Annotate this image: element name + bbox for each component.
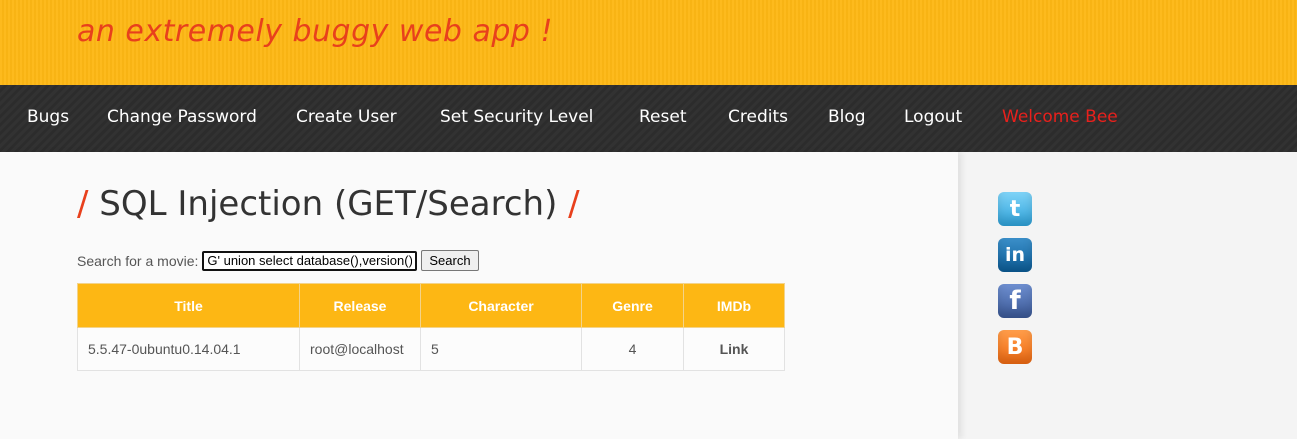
main-navigation: Bugs Change Password Create User Set Sec…	[0, 85, 1297, 152]
search-label: Search for a movie:	[77, 252, 199, 269]
title-slash-left: /	[77, 184, 89, 224]
cell-release: root@localhost	[299, 327, 421, 371]
nav-change-password[interactable]: Change Password	[107, 107, 257, 127]
header-banner: an extremely buggy web app !	[0, 0, 1297, 85]
blogger-icon[interactable]: B	[998, 330, 1032, 364]
header-character: Character	[420, 283, 582, 328]
linkedin-icon[interactable]: in	[998, 238, 1032, 272]
cell-character: 5	[420, 327, 582, 371]
search-input[interactable]	[202, 250, 418, 271]
header-title: Title	[77, 283, 300, 328]
twitter-icon[interactable]: t	[998, 192, 1032, 226]
cell-title: 5.5.47-0ubuntu0.14.04.1	[77, 327, 300, 371]
nav-reset[interactable]: Reset	[639, 107, 687, 127]
header-genre: Genre	[581, 283, 684, 328]
welcome-user: Welcome Bee	[1002, 107, 1118, 127]
nav-set-security-level[interactable]: Set Security Level	[440, 107, 593, 127]
nav-blog[interactable]: Blog	[828, 107, 866, 127]
search-button[interactable]: Search	[421, 250, 479, 271]
table-row: 5.5.47-0ubuntu0.14.04.1 root@localhost 5…	[77, 327, 785, 371]
header-imdb: IMDb	[683, 283, 785, 328]
search-form: Search for a movie: Search	[77, 250, 479, 271]
nav-create-user[interactable]: Create User	[296, 107, 397, 127]
imdb-link[interactable]: Link	[683, 327, 785, 371]
app-tagline: an extremely buggy web app !	[77, 14, 554, 49]
results-table: Title Release Character Genre IMDb 5.5.4…	[77, 283, 785, 371]
nav-credits[interactable]: Credits	[728, 107, 788, 127]
nav-logout[interactable]: Logout	[904, 107, 962, 127]
nav-bugs[interactable]: Bugs	[27, 107, 69, 127]
page-title: / SQL Injection (GET/Search) /	[77, 184, 580, 224]
title-slash-right: /	[568, 184, 580, 224]
facebook-icon[interactable]: f	[998, 284, 1032, 318]
page-title-text: SQL Injection (GET/Search)	[99, 184, 558, 224]
cell-genre: 4	[581, 327, 684, 371]
table-header-row: Title Release Character Genre IMDb	[77, 283, 785, 328]
header-release: Release	[299, 283, 421, 328]
